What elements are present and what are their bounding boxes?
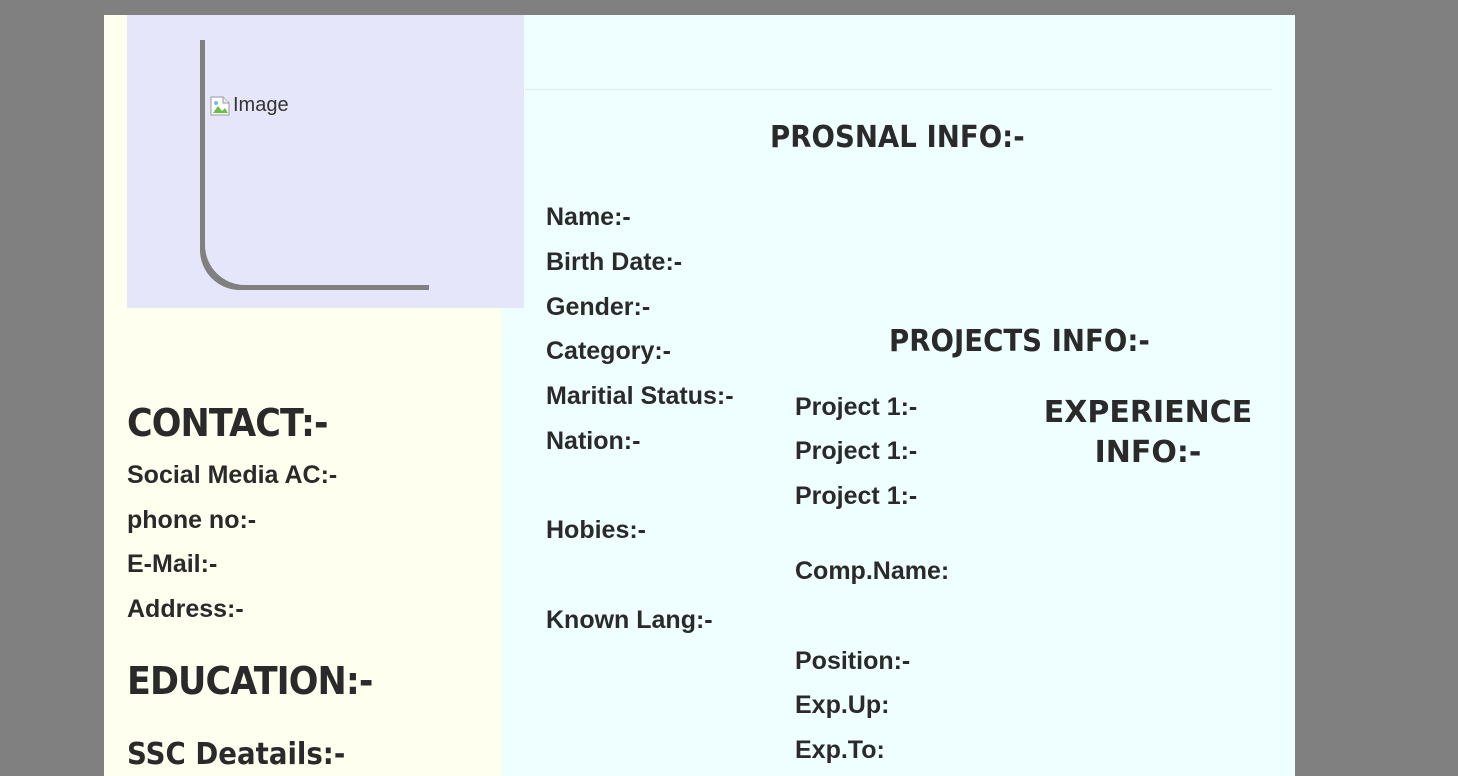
position-label: Position:- (795, 647, 911, 675)
contact-heading: CONTACT:- (127, 401, 329, 445)
project-label: Project 1:- (795, 437, 918, 465)
resume-page: CONTACT:- Social Media AC:- phone no:- E… (104, 15, 1295, 776)
header-divider (525, 89, 1272, 90)
photo-alt-text: Image (233, 94, 289, 116)
project-label: Project 1:- (795, 482, 918, 510)
known-languages-label: Known Lang:- (546, 606, 713, 634)
photo-area: Image (127, 15, 524, 308)
experience-info-heading: EXPERIENCE INFO:- (1043, 395, 1253, 470)
exp-up-label: Exp.Up: (795, 691, 890, 719)
profile-photo: Image (209, 94, 289, 117)
phone-label: phone no:- (127, 506, 257, 534)
marital-status-label: Maritial Status:- (546, 382, 734, 410)
email-label: E-Mail:- (127, 550, 218, 578)
projects-info-heading: PROJECTS INFO:- (889, 324, 1150, 359)
hobbies-label: Hobies:- (546, 516, 646, 544)
category-label: Category:- (546, 337, 672, 365)
name-label: Name:- (546, 203, 631, 231)
birth-date-label: Birth Date:- (546, 248, 683, 276)
personal-info-heading: PROSNAL INFO:- (770, 120, 1025, 155)
photo-frame (205, 35, 434, 285)
nation-label: Nation:- (546, 427, 641, 455)
broken-image-icon (209, 95, 231, 117)
education-heading: EDUCATION:- (127, 659, 373, 703)
exp-to-label: Exp.To: (795, 736, 885, 764)
company-name-label: Comp.Name: (795, 557, 950, 585)
ssc-details-heading: SSC Deatails:- (127, 737, 346, 772)
social-media-label: Social Media AC:- (127, 461, 338, 489)
project-label: Project 1:- (795, 393, 918, 421)
address-label: Address:- (127, 595, 244, 623)
gender-label: Gender:- (546, 293, 651, 321)
